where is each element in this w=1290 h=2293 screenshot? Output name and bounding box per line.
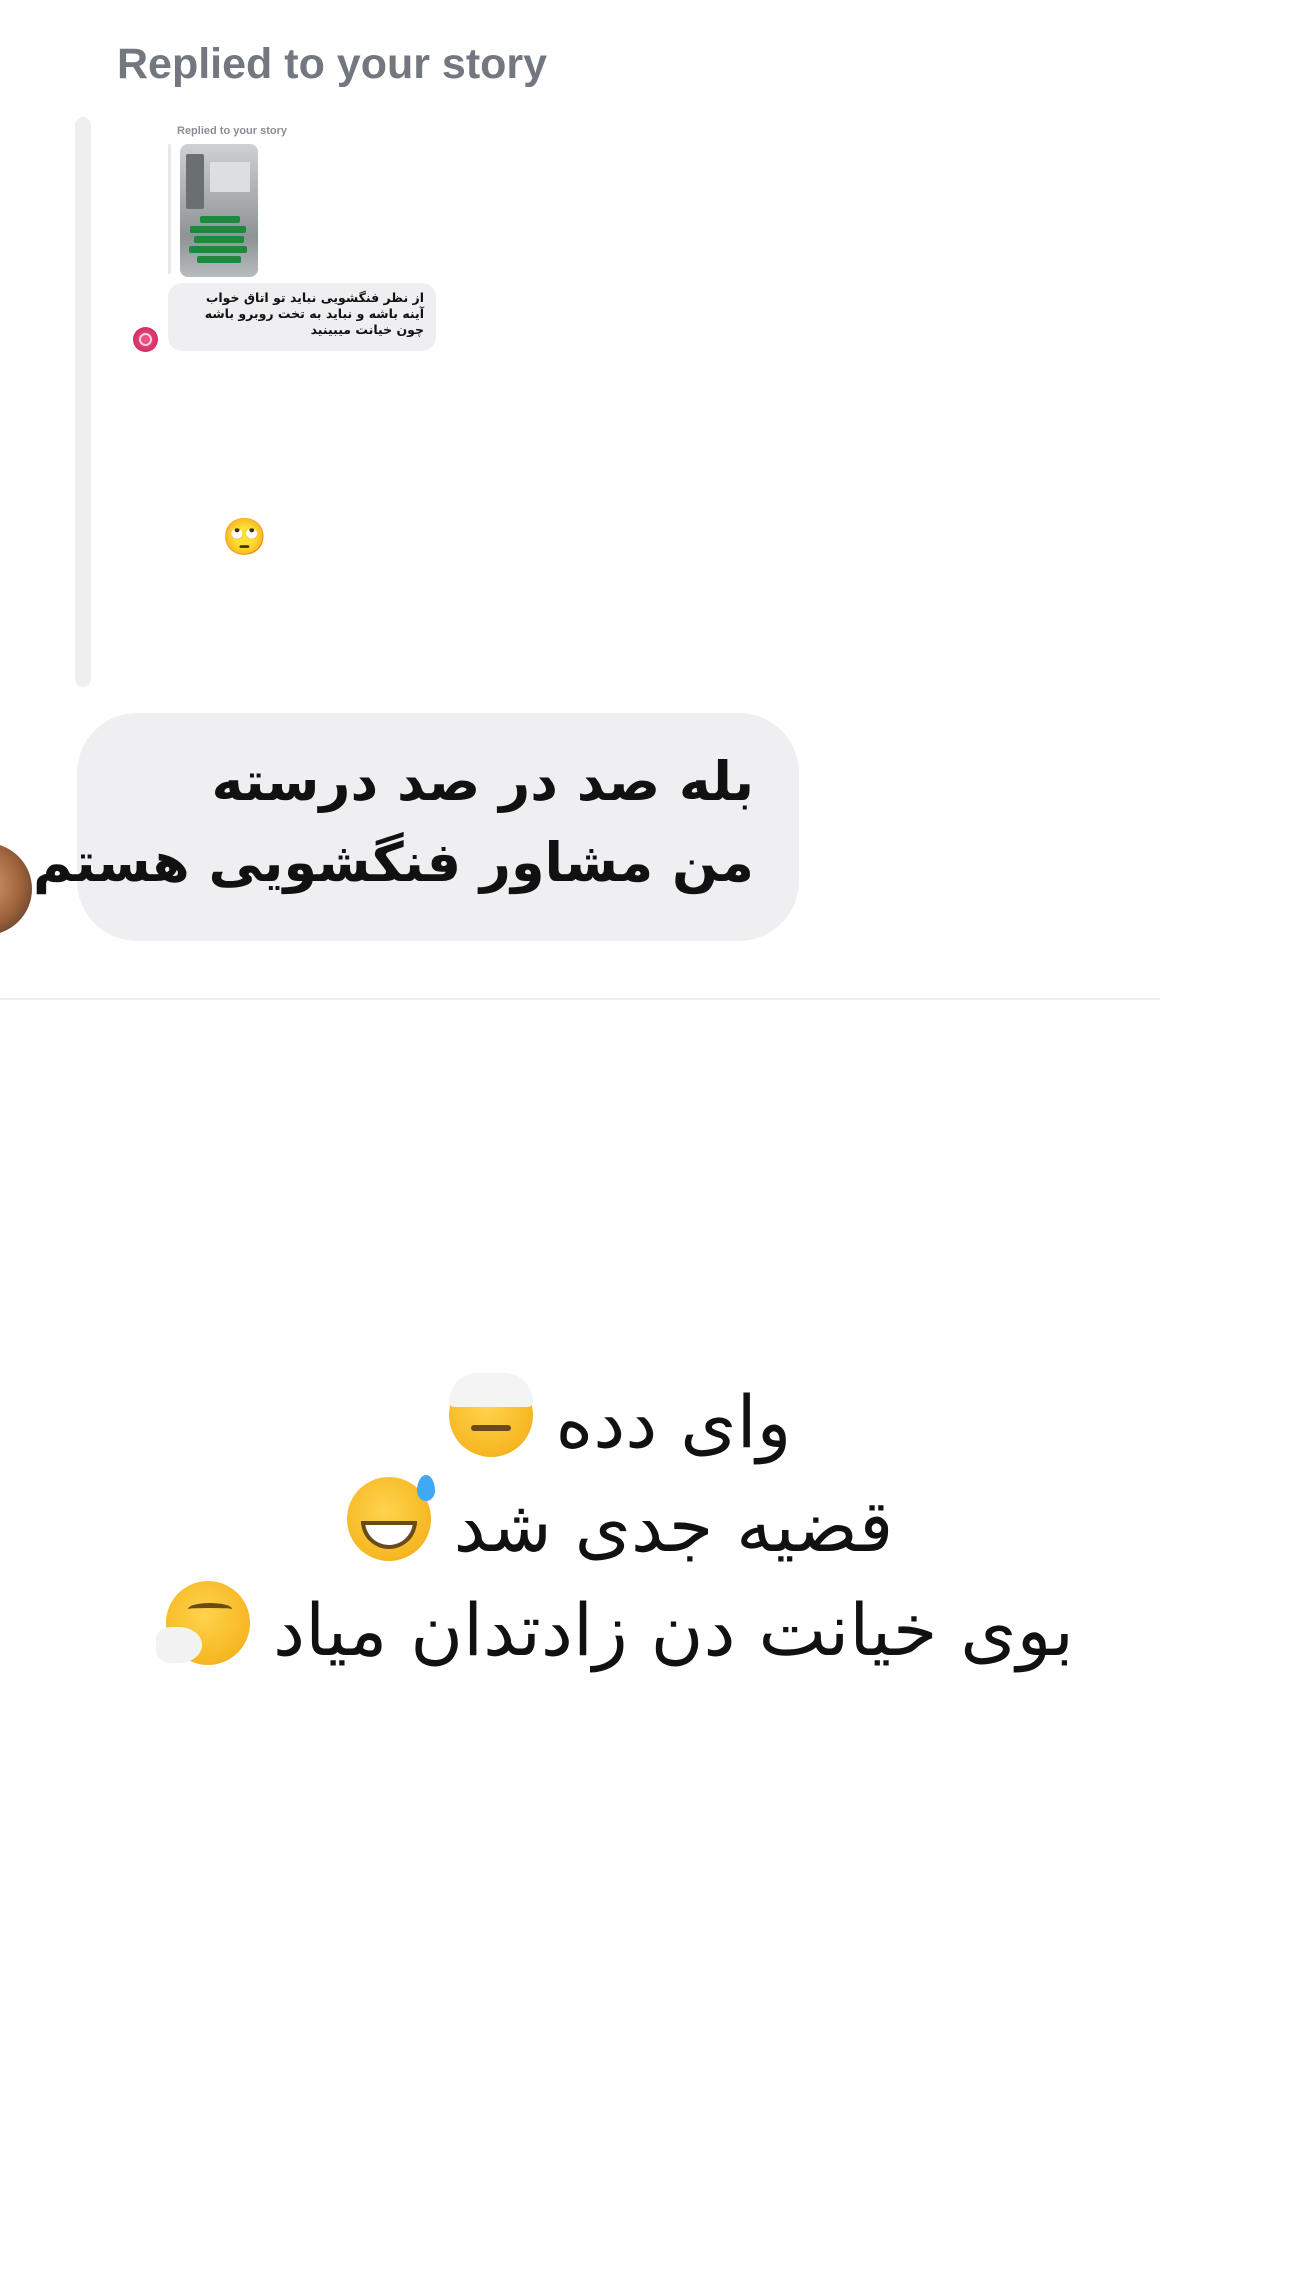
message-line-1: بله صد در صد درسته — [211, 750, 754, 813]
mini-avatar — [133, 327, 158, 352]
message-line-2: من مشاور فنگشویی هستم — [32, 831, 754, 894]
grinning-face-with-sweat-icon — [346, 1475, 435, 1561]
sneezing-face-icon — [156, 1581, 251, 1665]
story-thumbnail[interactable] — [180, 144, 258, 277]
caption-line-3: بوی خیانت دن زادتدان میاد — [0, 1578, 1240, 1682]
divider — [0, 998, 1160, 1000]
thumbnail-text-band — [200, 216, 240, 223]
thread-rail — [75, 117, 91, 687]
thumbnail-text-band — [197, 256, 241, 263]
reply-header: Replied to your story — [117, 40, 548, 88]
story-reply-bubble: از نظر فنگشویی نباید تو اتاق خواب آینه ب… — [168, 283, 436, 351]
thumbnail-window — [210, 162, 250, 192]
thumbnail-furniture — [186, 154, 204, 209]
thumbnail-text-band — [194, 236, 244, 243]
thumbnail-text-band — [189, 246, 247, 253]
sender-avatar[interactable] — [0, 843, 32, 935]
thumbnail-text-band — [190, 226, 246, 233]
caption-text: وای دده قضیه جدی شد بوی خیانت دن زادتدان… — [0, 1370, 1240, 1682]
caption-line-1: وای دده — [0, 1370, 1240, 1474]
face-with-head-bandage-icon — [448, 1373, 533, 1457]
caption-line-3-text: بوی خیانت دن زادتدان میاد — [273, 1588, 1074, 1672]
caption-line-2-text: قضیه جدی شد — [453, 1484, 894, 1568]
message-bubble[interactable]: بله صد در صد درسته من مشاور فنگشویی هستم — [32, 713, 799, 941]
reaction-emoji[interactable]: 🙄 — [222, 517, 267, 559]
story-preview-label: Replied to your story — [177, 125, 288, 137]
story-preview-rail — [168, 144, 171, 274]
caption-line-1-text: وای دده — [555, 1380, 792, 1464]
caption-line-2: قضیه جدی شد — [0, 1474, 1240, 1578]
